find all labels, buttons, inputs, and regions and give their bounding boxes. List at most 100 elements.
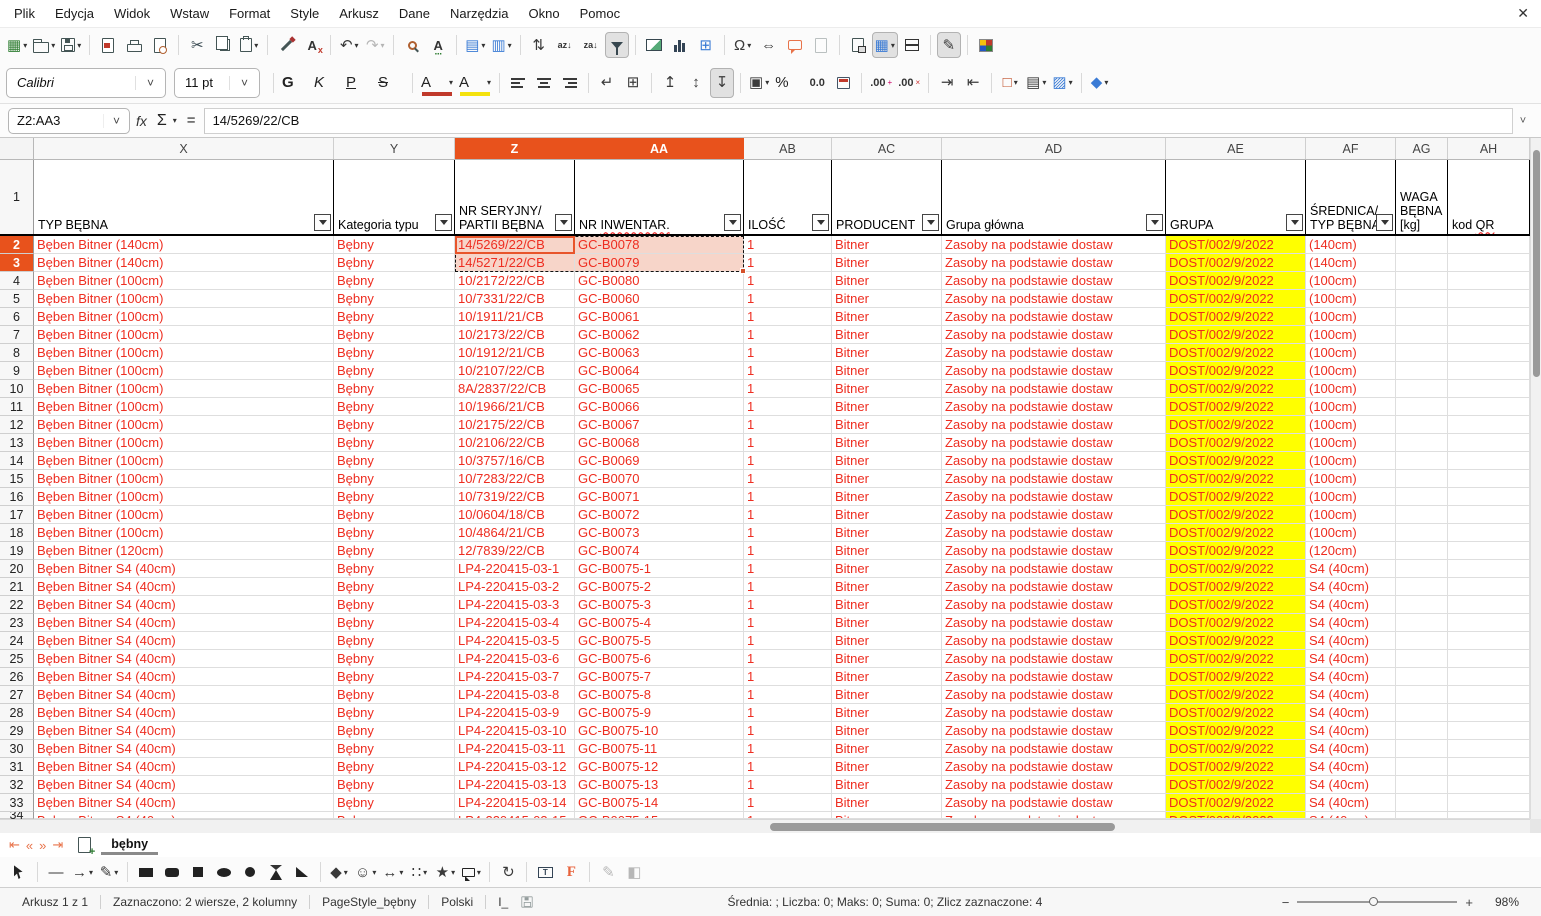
cell[interactable]: S4 (40cm) xyxy=(1306,560,1396,578)
row-header-28[interactable]: 28 xyxy=(0,704,34,722)
cell[interactable] xyxy=(1448,596,1530,614)
cell[interactable] xyxy=(1396,362,1448,380)
wrap-text-button[interactable]: ↵ xyxy=(595,68,619,98)
cell[interactable]: GC-B0075-1 xyxy=(575,560,744,578)
cell[interactable] xyxy=(1396,578,1448,596)
cell[interactable]: DOST/002/9/2022 xyxy=(1166,326,1306,344)
cell[interactable] xyxy=(1448,578,1530,596)
cell[interactable] xyxy=(1448,704,1530,722)
cell[interactable]: 1 xyxy=(744,254,832,272)
column-header-Z[interactable]: Z xyxy=(455,138,575,159)
cell[interactable]: Bitner xyxy=(832,308,942,326)
cell[interactable] xyxy=(1448,686,1530,704)
cell[interactable] xyxy=(1396,344,1448,362)
cell[interactable]: S4 (40cm) xyxy=(1306,614,1396,632)
menu-narzedzia[interactable]: Narzędzia xyxy=(440,1,519,26)
cell[interactable]: Bębny xyxy=(334,398,455,416)
name-box[interactable]: Z2:AA3˅ xyxy=(8,108,130,134)
cell[interactable]: Bęben Bitner (140cm) xyxy=(34,254,334,272)
cell[interactable]: (100cm) xyxy=(1306,362,1396,380)
cell[interactable]: Bitner xyxy=(832,542,942,560)
cell[interactable]: 1 xyxy=(744,542,832,560)
cell[interactable] xyxy=(1396,398,1448,416)
header-cell[interactable]: Kategoria typu xyxy=(334,160,455,234)
cell[interactable]: DOST/002/9/2022 xyxy=(1166,470,1306,488)
cell[interactable]: Bębny xyxy=(334,776,455,794)
cell[interactable]: GC-B0075-11 xyxy=(575,740,744,758)
cell[interactable]: Bębny xyxy=(334,542,455,560)
cell[interactable] xyxy=(1448,524,1530,542)
row-header-22[interactable]: 22 xyxy=(0,596,34,614)
cell[interactable] xyxy=(1396,524,1448,542)
cell[interactable]: Bęben Bitner (100cm) xyxy=(34,398,334,416)
save-button[interactable]: ▾ xyxy=(59,32,83,58)
add-decimal-button[interactable]: .00+ xyxy=(868,68,894,98)
cell[interactable] xyxy=(1448,380,1530,398)
cell[interactable]: DOST/002/9/2022 xyxy=(1166,596,1306,614)
cell[interactable]: DOST/002/9/2022 xyxy=(1166,614,1306,632)
cell[interactable]: 10/1912/21/CB xyxy=(455,344,575,362)
cell[interactable]: (100cm) xyxy=(1306,524,1396,542)
insert-chart-button[interactable] xyxy=(668,32,692,58)
cell[interactable]: 1 xyxy=(744,812,832,819)
cell[interactable]: Zasoby na podstawie dostaw xyxy=(942,578,1166,596)
cell[interactable]: Bęben Bitner (120cm) xyxy=(34,542,334,560)
cell[interactable]: Bęben Bitner S4 (40cm) xyxy=(34,776,334,794)
autofilter-dropdown-button[interactable] xyxy=(314,214,331,231)
cell[interactable]: S4 (40cm) xyxy=(1306,578,1396,596)
cell[interactable]: Bitner xyxy=(832,398,942,416)
insert-textbox-button[interactable]: T xyxy=(533,860,557,884)
pivot-table-button[interactable]: ⊞ xyxy=(694,32,718,58)
cell[interactable]: 14/5269/22/CB xyxy=(455,236,575,254)
horizontal-scrollbar[interactable] xyxy=(0,819,1541,833)
cell[interactable]: Bitner xyxy=(832,524,942,542)
cell[interactable]: 10/7283/22/CB xyxy=(455,470,575,488)
cell[interactable]: Zasoby na podstawie dostaw xyxy=(942,614,1166,632)
cell[interactable]: 1 xyxy=(744,668,832,686)
cell[interactable]: Zasoby na podstawie dostaw xyxy=(942,776,1166,794)
cell[interactable]: GC-B0060 xyxy=(575,290,744,308)
cell[interactable] xyxy=(1396,488,1448,506)
cell[interactable]: S4 (40cm) xyxy=(1306,704,1396,722)
cell[interactable] xyxy=(1448,434,1530,452)
triangle-button[interactable] xyxy=(264,860,288,884)
cell[interactable] xyxy=(1396,236,1448,254)
cell[interactable]: GC-B0063 xyxy=(575,344,744,362)
cell[interactable]: 10/2107/22/CB xyxy=(455,362,575,380)
cell[interactable]: Bębny xyxy=(334,236,455,254)
cell[interactable]: DOST/002/9/2022 xyxy=(1166,434,1306,452)
vertical-scrollbar[interactable] xyxy=(1530,138,1541,819)
cell[interactable] xyxy=(1396,650,1448,668)
previous-sheet-icon[interactable]: « xyxy=(26,838,33,853)
cell[interactable] xyxy=(1396,272,1448,290)
cell[interactable]: (100cm) xyxy=(1306,452,1396,470)
insert-row-button[interactable]: ▤▾ xyxy=(463,32,487,58)
cell[interactable]: (100cm) xyxy=(1306,344,1396,362)
cell[interactable]: Bitner xyxy=(832,812,942,819)
cell[interactable]: Bitner xyxy=(832,740,942,758)
cell[interactable] xyxy=(1448,560,1530,578)
headers-footers-button[interactable] xyxy=(809,32,833,58)
cell[interactable]: 10/2106/22/CB xyxy=(455,434,575,452)
cell[interactable]: 1 xyxy=(744,758,832,776)
cell[interactable]: GC-B0074 xyxy=(575,542,744,560)
cell[interactable]: S4 (40cm) xyxy=(1306,758,1396,776)
cell[interactable]: DOST/002/9/2022 xyxy=(1166,722,1306,740)
cell[interactable]: Bitner xyxy=(832,272,942,290)
cell[interactable]: LP4-220415-03-9 xyxy=(455,704,575,722)
sheet-tab-bebny[interactable]: bębny xyxy=(101,835,158,855)
zoom-level[interactable]: 98% xyxy=(1483,895,1531,909)
split-window-button[interactable] xyxy=(900,32,924,58)
row-header-33[interactable]: 33 xyxy=(0,794,34,812)
document-modified-icon[interactable] xyxy=(522,896,533,907)
chevron-down-icon[interactable]: ˅ xyxy=(135,76,165,90)
underline-button[interactable]: P xyxy=(344,68,374,98)
cell[interactable]: LP4-220415-03-5 xyxy=(455,632,575,650)
language-status[interactable]: Polski xyxy=(429,895,485,909)
cell[interactable]: Bęben Bitner (100cm) xyxy=(34,452,334,470)
header-cell[interactable]: WAGA BĘBNA [kg] xyxy=(1396,160,1448,234)
cell[interactable]: Zasoby na podstawie dostaw xyxy=(942,812,1166,819)
cell[interactable]: Bitner xyxy=(832,614,942,632)
cell[interactable]: DOST/002/9/2022 xyxy=(1166,308,1306,326)
cell[interactable]: Bitner xyxy=(832,668,942,686)
